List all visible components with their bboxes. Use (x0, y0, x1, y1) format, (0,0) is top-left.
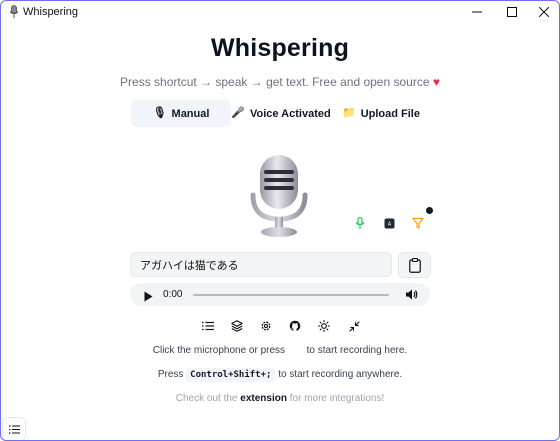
audio-player: 0:00 (130, 283, 430, 306)
footer-note: Check out the extension for more integra… (1, 393, 559, 404)
app-microphone-icon (9, 5, 19, 19)
title-bar: Whispering (1, 1, 559, 23)
footer-text: for more integrations! (289, 393, 385, 404)
clipboard-icon (408, 257, 421, 273)
microphone-small-icon (355, 216, 365, 229)
tab-voice-activated-label: Voice Activated (250, 107, 331, 120)
svg-text:A: A (387, 221, 391, 227)
tab-upload-file-label: Upload File (360, 107, 420, 120)
record-microphone-button[interactable] (247, 151, 311, 241)
mode-tabs: 🎙 Manual 🎤 Voice Activated 📁 Upload File (131, 100, 431, 127)
settings-icon (261, 321, 271, 331)
minimize-icon (472, 11, 482, 13)
github-button[interactable] (286, 317, 304, 335)
microphone-icon: 🎤 (231, 107, 245, 119)
heart-icon: ♥ (432, 75, 440, 89)
hint-text: Press (157, 369, 184, 380)
transformations-button[interactable] (228, 317, 246, 335)
hint-text: to start recording anywhere. (278, 369, 403, 380)
play-icon (144, 291, 153, 302)
theme-toggle-button[interactable] (315, 317, 333, 335)
close-window-button[interactable] (527, 1, 559, 23)
layers-icon (231, 320, 243, 332)
minimize-icon (348, 320, 360, 332)
hint-text: to start recording here. (306, 345, 408, 356)
sidebar-toggle-button[interactable] (2, 417, 26, 440)
bottom-toolbar (195, 317, 367, 335)
copy-button[interactable] (398, 252, 431, 278)
hint-record-anywhere: Press Control+Shift+; to start recording… (1, 368, 559, 382)
maximize-window-button[interactable] (495, 1, 529, 23)
play-button[interactable] (144, 289, 153, 307)
volume-icon (406, 289, 418, 300)
transcription-service-button[interactable]: A (381, 215, 397, 231)
extension-link[interactable]: extension (240, 393, 287, 404)
tab-manual-label: Manual (171, 107, 210, 120)
studio-microphone-icon: 🎙 (152, 107, 167, 119)
global-shortcut-key: Control+Shift+; (186, 368, 276, 382)
current-time: 0:00 (163, 289, 183, 300)
minimize-view-button[interactable] (345, 317, 363, 335)
sun-icon (318, 320, 330, 332)
filter-icon (412, 217, 424, 229)
minimize-window-button[interactable] (460, 1, 494, 23)
transcription-box-icon: A (384, 218, 394, 228)
tab-upload-file[interactable]: 📁 Upload File (331, 100, 431, 127)
maximize-icon (507, 7, 517, 17)
transcript-output-field[interactable] (130, 252, 392, 277)
github-icon (289, 320, 301, 331)
window-title: Whispering (23, 6, 79, 18)
tagline: Press shortcut → speak → get text. Free … (1, 75, 559, 89)
hint-record-here: Click the microphone or press to start r… (1, 345, 559, 356)
microphone-icon (250, 155, 308, 237)
transformation-filter-button[interactable] (410, 215, 426, 231)
footer-text: Check out the (175, 393, 238, 404)
hint-text: Click the microphone or press (152, 345, 286, 356)
tab-manual[interactable]: 🎙 Manual (131, 100, 231, 127)
recordings-button[interactable] (199, 317, 217, 335)
tab-voice-activated[interactable]: 🎤 Voice Activated (231, 100, 331, 127)
list-icon (202, 321, 214, 331)
microphone-select-button[interactable] (352, 215, 368, 231)
settings-button[interactable] (257, 317, 275, 335)
folder-icon: 📁 (342, 107, 356, 119)
volume-button[interactable] (405, 288, 418, 306)
active-indicator-dot (426, 207, 433, 214)
tagline-text: Press shortcut → speak → get text. Free … (120, 75, 430, 89)
app-window: Whispering Whispering Press shortcut → s… (0, 0, 560, 441)
list-icon (8, 424, 20, 434)
page-title: Whispering (210, 34, 350, 62)
seek-bar[interactable] (193, 294, 389, 296)
close-icon (539, 7, 549, 17)
